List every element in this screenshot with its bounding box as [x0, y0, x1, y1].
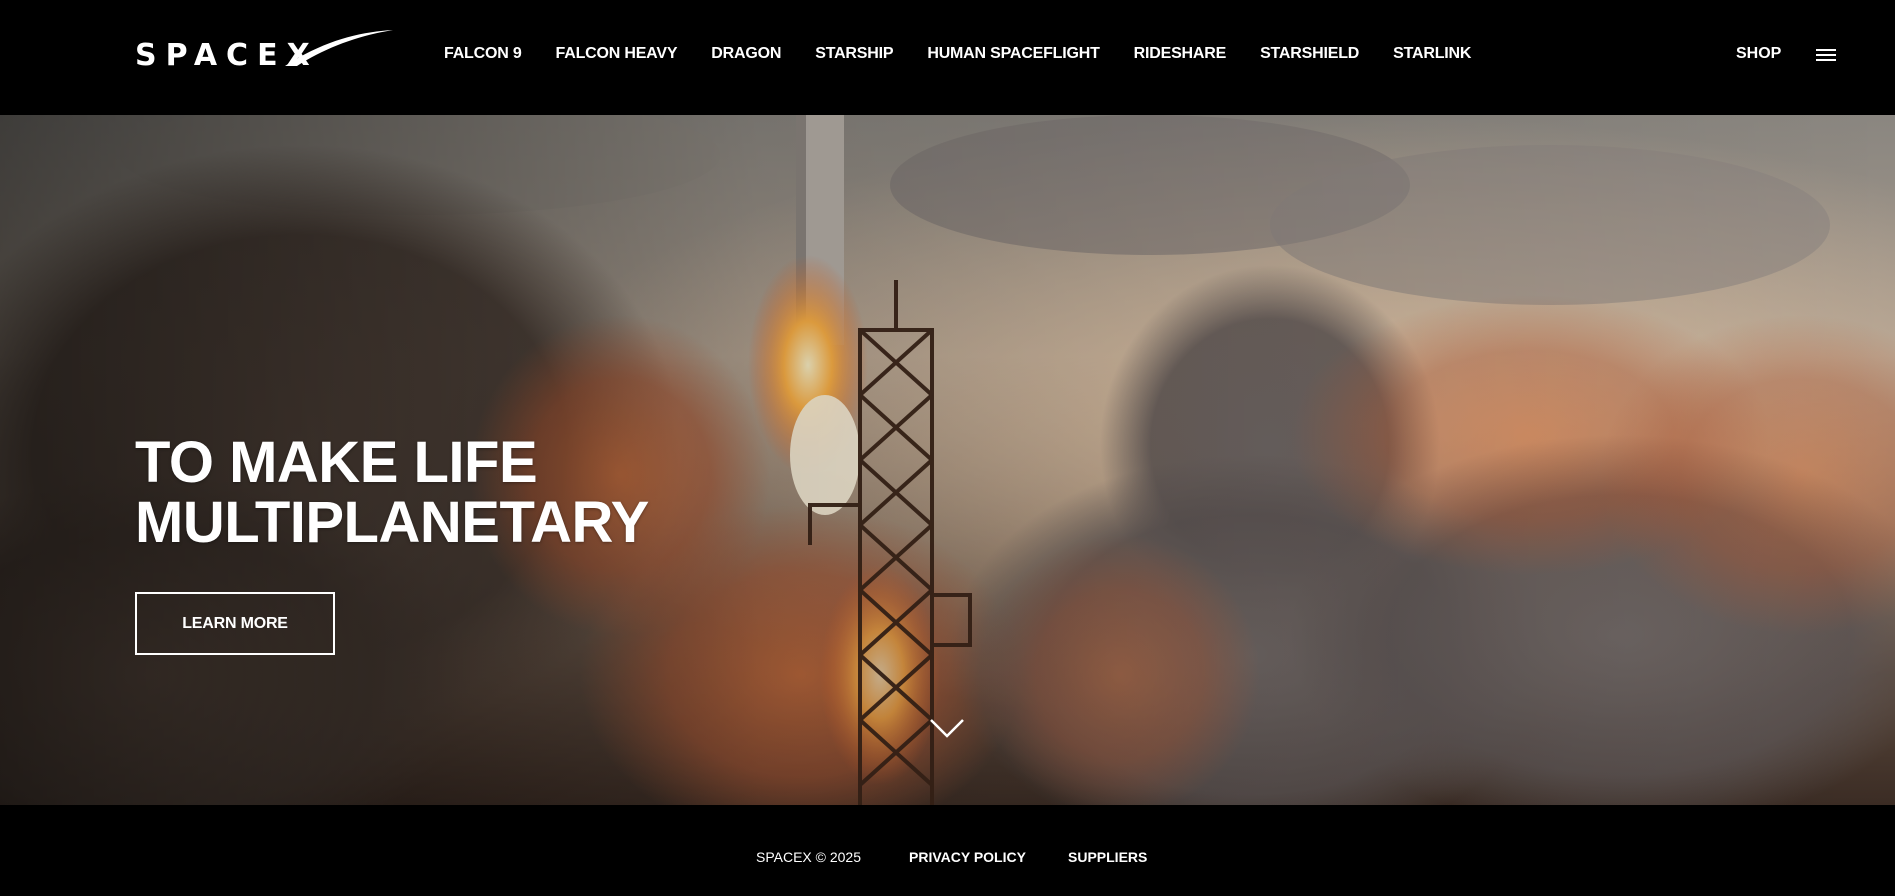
nav-starshield[interactable]: STARSHIELD — [1260, 43, 1359, 65]
copyright-text: SPACEX © 2025 — [756, 849, 861, 865]
nav-dragon[interactable]: DRAGON — [711, 43, 781, 65]
nav-human-spaceflight[interactable]: HUMAN SPACEFLIGHT — [927, 43, 1099, 65]
nav-falcon-heavy[interactable]: FALCON HEAVY — [556, 43, 678, 65]
nav-starlink[interactable]: STARLINK — [1393, 43, 1471, 65]
chevron-down-icon[interactable] — [929, 717, 965, 739]
hamburger-menu-icon[interactable] — [1816, 49, 1836, 61]
learn-more-button[interactable]: LEARN MORE — [135, 592, 335, 655]
site-footer: SPACEX © 2025 PRIVACY POLICY SUPPLIERS — [0, 805, 1895, 896]
nav-falcon-9[interactable]: FALCON 9 — [444, 43, 522, 65]
privacy-policy-link[interactable]: PRIVACY POLICY — [909, 847, 1026, 867]
spacex-logo[interactable]: SPACEX — [135, 28, 395, 68]
hero-section: TO MAKE LIFE MULTIPLANETARY LEARN MORE — [0, 115, 1895, 805]
shop-link[interactable]: SHOP — [1736, 43, 1781, 65]
nav-starship[interactable]: STARSHIP — [815, 43, 893, 65]
nav-rideshare[interactable]: RIDESHARE — [1134, 43, 1227, 65]
main-nav: FALCON 9 FALCON HEAVY DRAGON STARSHIP HU… — [444, 43, 1505, 65]
suppliers-link[interactable]: SUPPLIERS — [1068, 847, 1147, 867]
hero-title: TO MAKE LIFE MULTIPLANETARY — [135, 430, 649, 555]
site-header: SPACEX FALCON 9 FALCON HEAVY DRAGON STAR… — [0, 0, 1895, 115]
